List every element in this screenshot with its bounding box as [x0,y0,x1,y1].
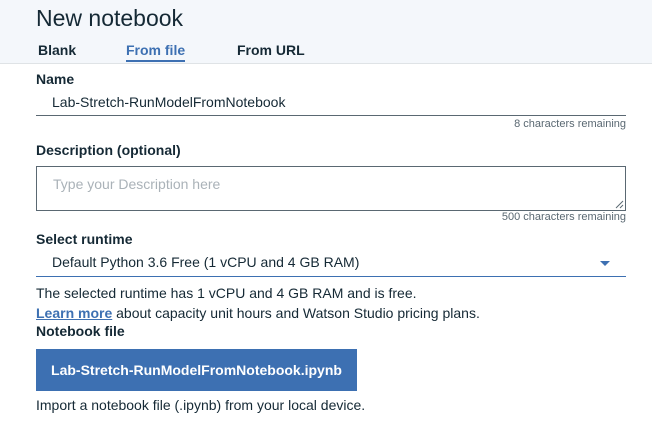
pricing-info-text: about capacity unit hours and Watson Stu… [112,305,480,321]
pricing-info: Learn more about capacity unit hours and… [36,305,480,321]
runtime-select[interactable]: Default Python 3.6 Free (1 vCPU and 4 GB… [36,251,626,277]
page-title: New notebook [36,5,184,31]
notebook-file-label: Notebook file [36,323,125,339]
learn-more-link[interactable]: Learn more [36,305,112,321]
description-field[interactable] [36,166,626,211]
chevron-down-icon[interactable] [600,261,610,266]
tab-from-file[interactable]: From file [126,42,186,62]
description-label: Description (optional) [36,142,181,158]
tab-blank[interactable]: Blank [38,42,76,58]
name-char-counter: 8 characters remaining [514,118,626,130]
resize-grip-icon[interactable] [614,199,624,209]
runtime-label: Select runtime [36,231,133,247]
name-input[interactable] [36,88,626,116]
tab-from-url[interactable]: From URL [237,42,305,58]
page-header: New notebook Blank From file From URL [0,0,652,64]
choose-file-button[interactable]: Lab-Stretch-RunModelFromNotebook.ipynb [36,349,357,391]
notebook-file-help: Import a notebook file (.ipynb) from you… [36,397,366,413]
runtime-info: The selected runtime has 1 vCPU and 4 GB… [36,285,417,301]
runtime-selected-value: Default Python 3.6 Free (1 vCPU and 4 GB… [52,254,360,270]
description-char-counter: 500 characters remaining [501,211,626,223]
name-label: Name [36,71,75,87]
